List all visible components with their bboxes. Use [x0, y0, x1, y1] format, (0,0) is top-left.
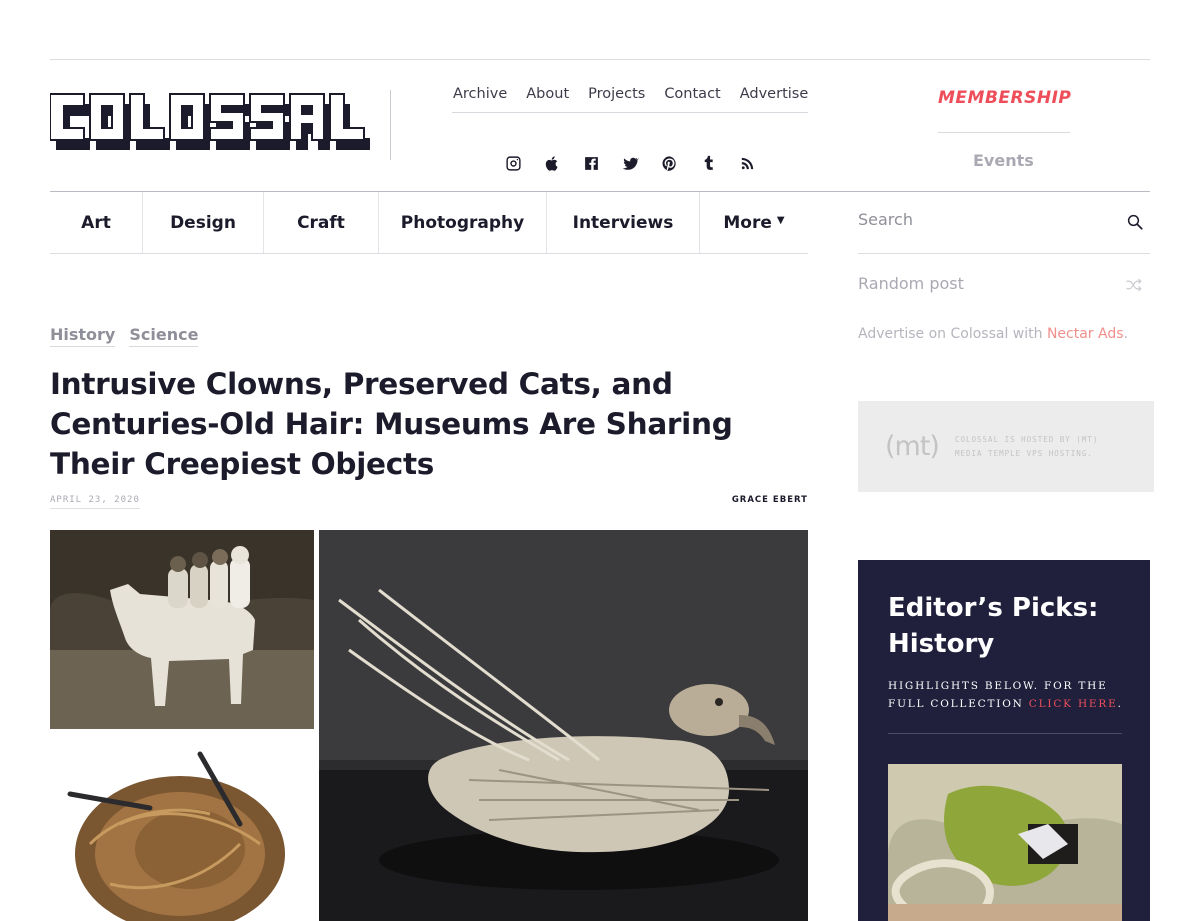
social-links: [504, 153, 756, 173]
top-divider: [50, 59, 1150, 60]
category-photography[interactable]: Photography: [379, 192, 547, 253]
nav-link-projects[interactable]: Projects: [588, 86, 645, 102]
instagram-icon[interactable]: [504, 153, 522, 173]
events-link[interactable]: Events: [973, 151, 1034, 170]
nav-link-advertise[interactable]: Advertise: [740, 86, 809, 102]
editors-picks-divider: [888, 733, 1122, 734]
membership-divider: [938, 132, 1070, 133]
category-design-label: Design: [170, 212, 236, 233]
search-icon[interactable]: [1126, 213, 1144, 231]
preserved-bird-photo: [319, 530, 808, 921]
random-post-link[interactable]: Random post: [858, 254, 1150, 314]
tag-history[interactable]: History: [50, 325, 116, 347]
facebook-icon[interactable]: [582, 153, 600, 173]
category-craft-label: Craft: [297, 212, 345, 233]
search-box: [858, 192, 1150, 254]
advertise-suffix: .: [1123, 326, 1128, 342]
editors-picks-title: Editor’s Picks: History: [888, 593, 1099, 659]
article-tags: History Science: [50, 325, 199, 347]
tag-science[interactable]: Science: [129, 325, 199, 347]
caret-down-icon: ▼: [776, 215, 785, 226]
category-more-dropdown[interactable]: More ▼: [700, 192, 808, 253]
nav-link-about[interactable]: About: [526, 86, 569, 102]
pinterest-icon[interactable]: [660, 153, 678, 173]
tumblr-icon[interactable]: [699, 153, 717, 173]
editors-picks-panel: Editor’s Picks: History Highlights below…: [858, 560, 1150, 921]
article-date: APRIL 23, 2020: [50, 495, 140, 509]
editors-picks-description: Highlights below. For the full collectio…: [888, 677, 1128, 713]
logo-divider: [390, 90, 391, 160]
media-temple-banner[interactable]: (mt) Colossal is hosted by (mt) Media Te…: [858, 401, 1154, 492]
top-nav: Archive About Projects Contact Advertise: [453, 86, 808, 102]
click-here-link[interactable]: click here: [1029, 698, 1118, 710]
article-title: Intrusive Clowns, Preserved Cats, and Ce…: [50, 367, 733, 481]
category-nav: Art Design Craft Photography Interviews …: [50, 192, 808, 254]
editors-pick-thumbnail[interactable]: [888, 764, 1122, 921]
shuffle-icon: [1126, 278, 1142, 292]
media-temple-logo: (mt): [885, 431, 940, 462]
horse-photo: [50, 530, 314, 729]
hair-photo: [50, 734, 314, 921]
advertise-note: Advertise on Colossal with Nectar Ads.: [858, 326, 1128, 342]
category-interviews-label: Interviews: [572, 212, 674, 233]
category-photography-label: Photography: [400, 212, 525, 233]
twitter-icon[interactable]: [621, 153, 639, 173]
picks-desc-suffix: .: [1117, 698, 1123, 710]
advertise-prefix: Advertise on Colossal with: [858, 326, 1047, 342]
search-input[interactable]: [858, 210, 1108, 229]
category-art-label: Art: [81, 212, 111, 233]
category-art[interactable]: Art: [50, 192, 143, 253]
nav-link-archive[interactable]: Archive: [453, 86, 507, 102]
top-nav-underline: [452, 112, 808, 113]
colossal-logo[interactable]: [49, 88, 392, 160]
category-more-label: More: [723, 212, 772, 233]
category-design[interactable]: Design: [143, 192, 264, 253]
random-post-label: Random post: [858, 274, 964, 293]
article-author[interactable]: GRACE EBERT: [732, 495, 808, 505]
media-temple-text: Colossal is hosted by (mt) Media Temple …: [954, 434, 1099, 458]
apple-icon[interactable]: [543, 153, 561, 173]
category-craft[interactable]: Craft: [264, 192, 379, 253]
category-interviews[interactable]: Interviews: [547, 192, 700, 253]
nectar-ads-link[interactable]: Nectar Ads: [1047, 326, 1124, 342]
nav-link-contact[interactable]: Contact: [664, 86, 720, 102]
rss-icon[interactable]: [738, 153, 756, 173]
membership-link[interactable]: MEMBERSHIP: [938, 88, 1071, 108]
